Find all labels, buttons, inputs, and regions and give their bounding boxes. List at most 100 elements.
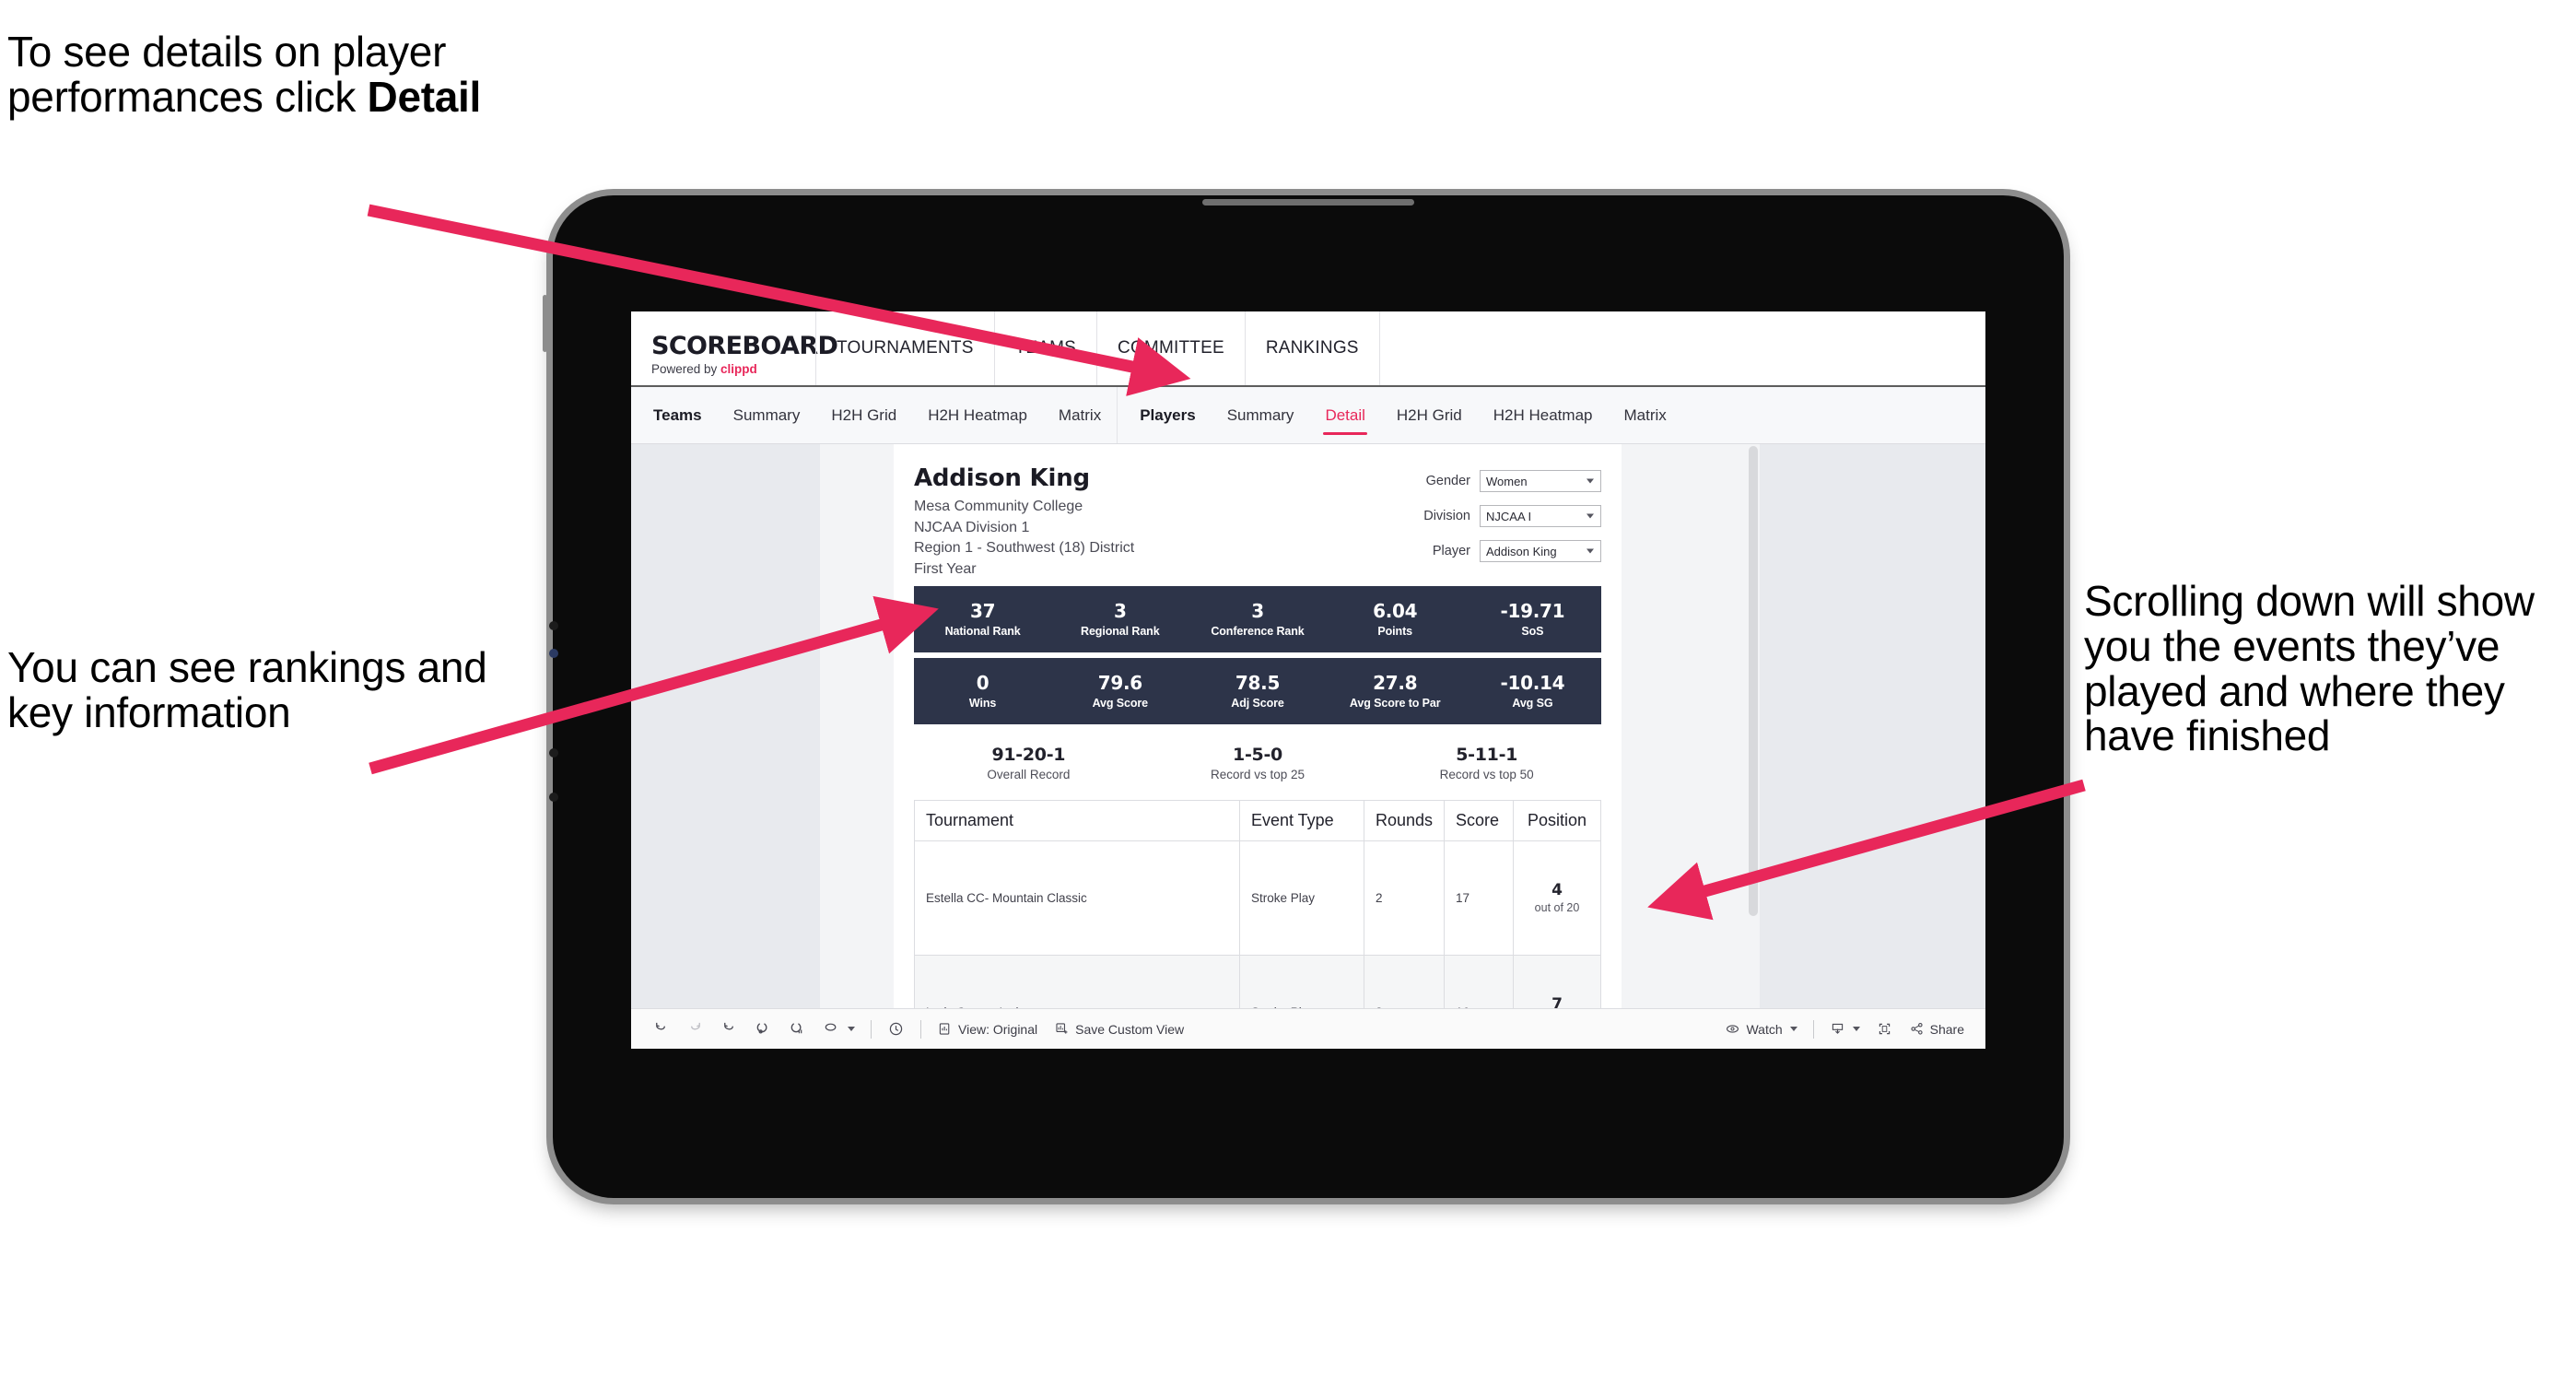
- col-tournament[interactable]: Tournament: [914, 799, 1240, 841]
- stat-avg-sg: -10.14 Avg SG: [1464, 672, 1601, 710]
- save-custom-view-label: Save Custom View: [1075, 1021, 1185, 1037]
- gender-select[interactable]: Women: [1480, 470, 1601, 492]
- division-select[interactable]: NJCAA I: [1480, 505, 1601, 527]
- record-label: Record vs top 25: [1210, 767, 1306, 781]
- stat-label: Regional Rank: [1081, 624, 1160, 638]
- callout-scrolling-text: Scrolling down will show you the events …: [2084, 577, 2535, 760]
- share-icon: [1909, 1021, 1925, 1037]
- scrollbar-thumb[interactable]: [1749, 446, 1758, 916]
- player-identity: Addison King Mesa Community College NJCA…: [914, 464, 1134, 581]
- table-row[interactable]: Lady Coyote Invite Stroke Play 2 16 7 ou…: [914, 954, 1601, 1008]
- vertical-scrollbar[interactable]: [1747, 444, 1760, 1008]
- tab-teams-h2h-grid[interactable]: H2H Grid: [815, 387, 912, 443]
- position-number: 7: [1551, 995, 1563, 1008]
- powered-by-prefix: Powered by: [651, 362, 721, 376]
- tab-players-summary[interactable]: Summary: [1212, 387, 1310, 443]
- tab-players-matrix[interactable]: Matrix: [1608, 387, 1681, 443]
- tab-players-h2h-heatmap[interactable]: H2H Heatmap: [1478, 387, 1609, 443]
- fullscreen-icon: [1877, 1021, 1892, 1037]
- stat-label: Wins: [968, 696, 997, 710]
- revert-button[interactable]: [712, 1009, 746, 1049]
- stat-value: 3: [1113, 599, 1127, 622]
- nav-rankings[interactable]: RANKINGS: [1244, 311, 1380, 385]
- watch-button[interactable]: Watch: [1716, 1009, 1805, 1049]
- nav-tournaments[interactable]: TOURNAMENTS: [815, 311, 994, 385]
- view-original-button[interactable]: View: Original: [929, 1009, 1046, 1049]
- chevron-down-icon: [1789, 1027, 1797, 1031]
- chevron-down-icon: [848, 1027, 855, 1031]
- bottom-toolbar: View: Original Save Custom View Watch Sh…: [631, 1008, 1985, 1049]
- filter-label-gender: Gender: [1425, 474, 1470, 488]
- cell-tournament: Estella CC- Mountain Classic: [914, 840, 1240, 956]
- stats-bar-scoring: 0 Wins 79.6 Avg Score 78.5 Adj Score 27.…: [914, 657, 1601, 724]
- refresh-button[interactable]: [746, 1009, 780, 1049]
- events-table: Tournament Event Type Rounds Score Posit…: [914, 799, 1601, 1008]
- player-region: Region 1 - Southwest (18) District: [914, 540, 1135, 557]
- share-button[interactable]: Share: [1901, 1009, 1973, 1049]
- stat-label: Adj Score: [1231, 696, 1284, 710]
- col-event-type[interactable]: Event Type: [1238, 799, 1364, 841]
- tab-players-h2h-grid[interactable]: H2H Grid: [1381, 387, 1478, 443]
- subnav-bar: Teams Summary H2H Grid H2H Heatmap Matri…: [631, 387, 1985, 444]
- events-table-head: Tournament Event Type Rounds Score Posit…: [914, 799, 1601, 841]
- stat-value: 0: [976, 671, 989, 694]
- dashboard-sheet: Addison King Mesa Community College NJCA…: [820, 444, 1760, 1008]
- stat-value: 27.8: [1373, 671, 1418, 694]
- share-label: Share: [1929, 1021, 1964, 1037]
- filter-label-division: Division: [1423, 509, 1470, 523]
- pause-button[interactable]: [780, 1009, 814, 1049]
- nav-teams[interactable]: TEAMS: [993, 311, 1096, 385]
- table-row[interactable]: Estella CC- Mountain Classic Stroke Play…: [914, 840, 1601, 956]
- stat-value: 3: [1251, 599, 1264, 622]
- revert-icon: [720, 1020, 738, 1038]
- callout-detail-text: To see details on player performances cl…: [7, 29, 634, 120]
- tab-group-teams[interactable]: Teams: [631, 387, 718, 443]
- col-score[interactable]: Score: [1444, 799, 1514, 841]
- highlight-button[interactable]: [814, 1009, 863, 1049]
- filter-row-division: Division NJCAA I: [1423, 505, 1601, 527]
- download-icon: [1830, 1021, 1845, 1037]
- stat-value: 79.6: [1097, 671, 1142, 694]
- redo-button[interactable]: [678, 1009, 712, 1049]
- stat-national-rank: 37 National Rank: [914, 600, 1051, 638]
- toolbar-divider: [1812, 1019, 1814, 1039]
- cell-event-type: Stroke Play: [1238, 954, 1364, 1008]
- stat-label: Avg SG: [1512, 696, 1553, 710]
- col-position[interactable]: Position: [1513, 799, 1601, 841]
- records-row: 91-20-1 Overall Record 1-5-0 Record vs t…: [914, 724, 1601, 800]
- filter-label-player: Player: [1432, 544, 1470, 558]
- header-nav: TOURNAMENTS TEAMS COMMITTEE RANKINGS: [815, 311, 1380, 385]
- division-select-value: NJCAA I: [1486, 509, 1532, 523]
- player-select[interactable]: Addison King: [1480, 540, 1601, 562]
- tablet-device-frame: SCOREBOARD Powered by clippd TOURNAMENTS…: [543, 195, 2064, 1198]
- stat-label: Conference Rank: [1211, 624, 1305, 638]
- brand-logo[interactable]: SCOREBOARD Powered by clippd: [631, 311, 838, 385]
- app-header: SCOREBOARD Powered by clippd TOURNAMENTS…: [631, 311, 1985, 387]
- view-icon: [937, 1021, 953, 1037]
- record-label: Overall Record: [987, 767, 1071, 781]
- stats-bar-rankings: 37 National Rank 3 Regional Rank 3 Confe…: [914, 585, 1601, 652]
- clock-button[interactable]: [879, 1009, 913, 1049]
- tab-teams-summary[interactable]: Summary: [718, 387, 816, 443]
- filter-row-player: Player Addison King: [1423, 540, 1601, 562]
- download-button[interactable]: [1821, 1009, 1868, 1049]
- stat-label: Avg Score: [1092, 696, 1149, 710]
- stat-avg-score-to-par: 27.8 Avg Score to Par: [1327, 671, 1464, 710]
- watch-label: Watch: [1746, 1021, 1783, 1037]
- save-custom-view-button[interactable]: Save Custom View: [1046, 1009, 1192, 1049]
- tab-teams-matrix[interactable]: Matrix: [1043, 387, 1117, 443]
- stat-conference-rank: 3 Conference Rank: [1188, 599, 1326, 638]
- toolbar-divider: [920, 1019, 921, 1039]
- nav-committee[interactable]: COMMITTEE: [1096, 311, 1245, 385]
- stat-label: National Rank: [944, 624, 1021, 638]
- filter-panel: Gender Women Division NJCAA I Player Add…: [1423, 464, 1601, 581]
- col-rounds[interactable]: Rounds: [1363, 799, 1446, 841]
- tab-teams-h2h-heatmap[interactable]: H2H Heatmap: [912, 387, 1043, 443]
- undo-button[interactable]: [644, 1009, 678, 1049]
- stat-label: Points: [1377, 624, 1413, 638]
- fullscreen-button[interactable]: [1868, 1009, 1901, 1049]
- tablet-side-dot: [549, 793, 558, 802]
- tab-players-detail[interactable]: Detail: [1309, 387, 1380, 443]
- stat-points: 6.04 Points: [1327, 600, 1464, 638]
- tab-group-players[interactable]: Players: [1118, 387, 1212, 443]
